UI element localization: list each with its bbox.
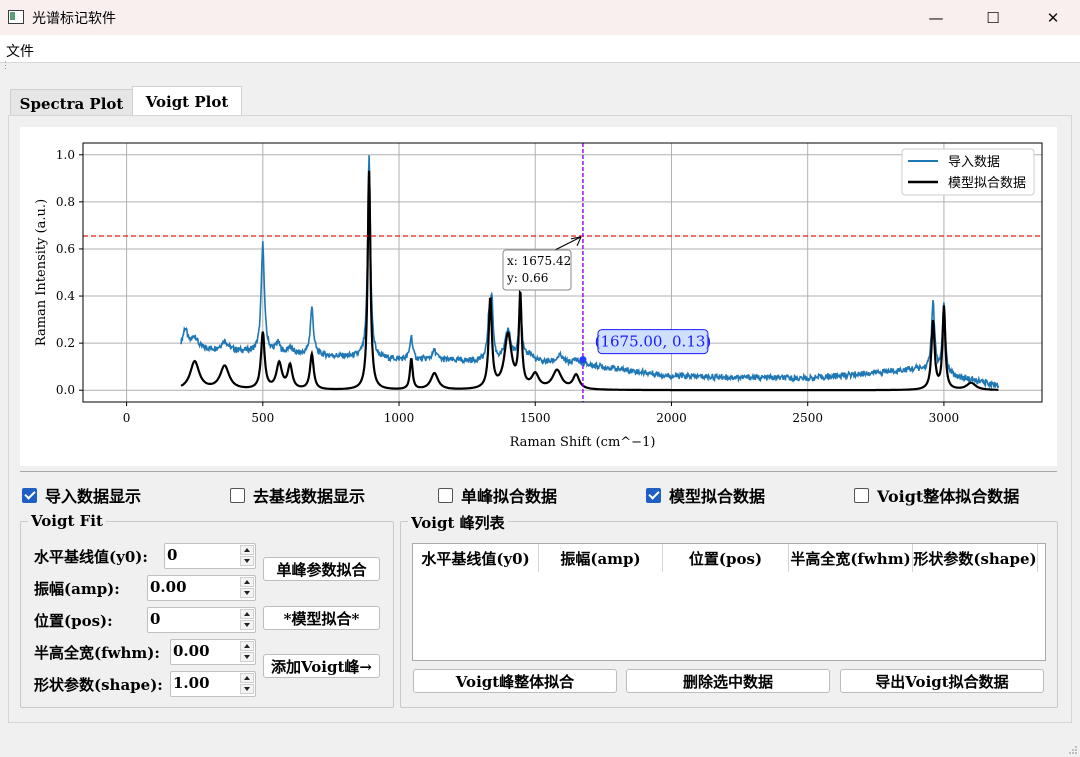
legend-entry: 模型拟合数据 [948,176,1026,191]
spin-up-icon[interactable] [240,609,254,619]
spin-up-icon[interactable] [240,545,254,555]
series-line-imported [180,155,1000,389]
column-header-amp[interactable]: 振幅(amp) [539,544,663,572]
checkbox-voigt-overall[interactable]: Voigt整体拟合数据 [854,483,1019,507]
y-tick-label: 1.0 [56,148,75,162]
legend-entry: 导入数据 [948,155,1000,170]
y-tick-label: 0.2 [56,336,75,350]
amp-spinbox[interactable] [147,575,256,601]
annotation-y-text: y: 0.66 [506,271,548,285]
checkbox-label: 单峰拟合数据 [461,487,558,506]
marker-label: (1675.00, 0.13) [595,333,712,351]
checkbox-icon[interactable] [22,487,37,503]
y-tick-label: 0.0 [56,383,75,397]
minimize-button[interactable]: — [913,0,959,35]
fit-all-peaks-button[interactable]: Voigt峰整体拟合 [413,669,617,693]
checkbox-label: 导入数据显示 [45,487,142,506]
column-header-y0[interactable]: 水平基线值(y0) [413,544,539,572]
x-tick-label: 2000 [656,411,687,425]
shape-spinbox[interactable] [170,671,256,697]
menu-file[interactable]: 文件 [6,41,34,61]
voigt-fit-title: Voigt Fit [28,512,106,530]
column-header-shape[interactable]: 形状参数(shape) [913,544,1038,572]
spin-down-icon[interactable] [240,556,254,566]
maximize-button[interactable]: ☐ [970,0,1016,35]
x-tick-label: 2500 [792,411,823,425]
x-tick-label: 500 [251,411,274,425]
pos-input[interactable] [150,610,210,628]
y-tick-label: 0.8 [56,195,75,209]
title-bar: 光谱标记软件 — ☐ ✕ [0,0,1080,35]
y0-input[interactable] [167,546,227,564]
spin-up-icon[interactable] [240,577,254,587]
fwhm-input[interactable] [173,642,233,660]
checkbox-label: 去基线数据显示 [253,487,366,506]
spin-down-icon[interactable] [240,588,254,598]
y-axis-label: Raman Intensity (a.u.) [34,199,49,346]
y0-label: 水平基线值(y0): [34,548,148,566]
tab-spectra-plot[interactable]: Spectra Plot [10,89,133,117]
plot-canvas[interactable]: 0 500 1000 1500 2000 2500 3000 0.0 0.2 0.4 0.6 0.8 1… [20,127,1057,466]
checkbox-icon[interactable] [438,487,453,503]
spin-down-icon[interactable] [240,620,254,630]
spin-up-icon[interactable] [240,641,254,651]
checkbox-raw-data[interactable]: 导入数据显示 [22,483,141,507]
x-tick-label: 0 [123,411,131,425]
annotation-arrow [554,236,582,251]
spin-down-icon[interactable] [240,652,254,662]
series-line-model-fit [180,170,999,392]
column-header-pos[interactable]: 位置(pos) [663,544,789,572]
spin-up-icon[interactable] [240,673,254,683]
checkbox-single-peak[interactable]: 单峰拟合数据 [438,483,557,507]
y-tick-label: 0.4 [56,289,75,303]
annotation-x-text: x: 1675.42 [507,254,571,268]
separator [20,471,1057,472]
checkbox-baseline-removed[interactable]: 去基线数据显示 [230,483,365,507]
pos-label: 位置(pos): [34,612,113,630]
amp-label: 振幅(amp): [34,580,120,598]
x-tick-label: 1000 [384,411,415,425]
shape-label: 形状参数(shape): [34,676,163,694]
toolbar-grip-icon: ⋮ [1,61,10,71]
x-tick-label: 3000 [929,411,960,425]
checkbox-label: 模型拟合数据 [669,487,766,506]
checkbox-icon[interactable] [854,487,869,503]
app-icon [8,10,24,24]
tab-voigt-plot[interactable]: Voigt Plot [132,86,242,117]
checkbox-label: Voigt整体拟合数据 [877,487,1020,506]
checkbox-icon[interactable] [646,487,661,503]
column-header-fwhm[interactable]: 半高全宽(fwhm) [789,544,913,572]
single-peak-fit-button[interactable]: 单峰参数拟合 [263,557,380,581]
add-voigt-peak-button[interactable]: 添加Voigt峰→ [263,654,380,678]
delete-selected-button[interactable]: 删除选中数据 [626,669,830,693]
data-marker [579,356,587,364]
x-axis-label: Raman Shift (cm^−1) [510,435,656,450]
close-button[interactable]: ✕ [1030,0,1076,35]
amp-input[interactable] [150,578,210,596]
x-tick-label: 1500 [520,411,551,425]
peak-list-title: Voigt 峰列表 [408,512,508,533]
checkbox-icon[interactable] [230,487,245,503]
export-voigt-data-button[interactable]: 导出Voigt拟合数据 [840,669,1044,693]
y0-spinbox[interactable] [164,543,256,569]
resize-grip-icon[interactable] [1068,745,1078,755]
spin-down-icon[interactable] [240,684,254,694]
peak-table[interactable]: 水平基线值(y0) 振幅(amp) 位置(pos) 半高全宽(fwhm) 形状参… [412,543,1046,661]
checkbox-model-fit[interactable]: 模型拟合数据 [646,483,765,507]
y-tick-label: 0.6 [56,242,75,256]
menu-bar: 文件 [0,35,1080,63]
model-fit-button[interactable]: *模型拟合* [263,606,380,630]
fwhm-label: 半高全宽(fwhm): [34,644,160,662]
pos-spinbox[interactable] [147,607,256,633]
fwhm-spinbox[interactable] [170,639,256,665]
shape-input[interactable] [173,674,233,692]
voigt-chart[interactable]: 0 500 1000 1500 2000 2500 3000 0.0 0.2 0.4 0.6 0.8 1… [20,127,1057,466]
window-title: 光谱标记软件 [32,11,116,27]
